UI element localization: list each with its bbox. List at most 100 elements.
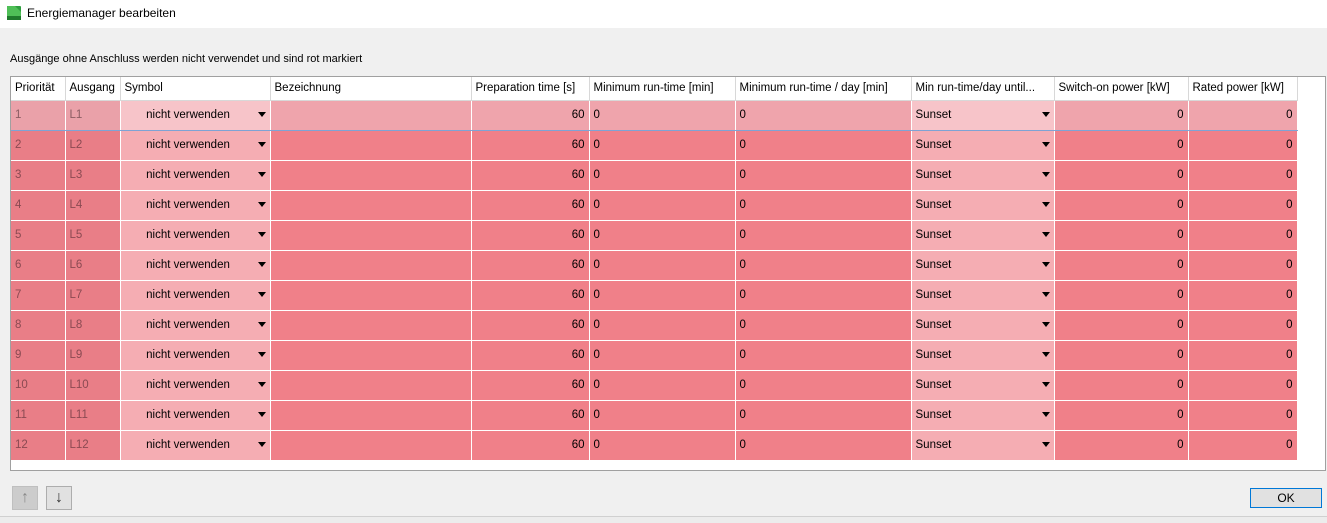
until-dropdown[interactable]: Sunset	[911, 250, 1055, 281]
switch-on-power-cell[interactable]: 0	[1054, 310, 1189, 341]
min-runtime-day-cell[interactable]: 0	[735, 130, 912, 161]
dropdown-arrow-icon[interactable]	[1041, 442, 1050, 447]
name-cell[interactable]	[270, 190, 472, 221]
rated-power-cell[interactable]: 0	[1188, 400, 1298, 431]
switch-on-power-cell[interactable]: 0	[1054, 130, 1189, 161]
symbol-dropdown[interactable]: nicht verwenden	[120, 100, 271, 131]
rated-power-cell[interactable]: 0	[1188, 130, 1298, 161]
rated-power-cell[interactable]: 0	[1188, 430, 1298, 461]
min-runtime-day-cell[interactable]: 0	[735, 400, 912, 431]
column-header[interactable]: Bezeichnung	[270, 77, 472, 101]
min-runtime-cell[interactable]: 0	[589, 430, 736, 461]
table-row[interactable]: 4 L4 nicht verwenden 60 0 0 Sunset 0 0	[11, 190, 1298, 221]
preparation-time-cell[interactable]: 60	[471, 250, 590, 281]
until-dropdown[interactable]: Sunset	[911, 430, 1055, 461]
symbol-dropdown[interactable]: nicht verwenden	[120, 400, 271, 431]
table-row[interactable]: 7 L7 nicht verwenden 60 0 0 Sunset 0 0	[11, 280, 1298, 311]
preparation-time-cell[interactable]: 60	[471, 340, 590, 371]
symbol-dropdown[interactable]: nicht verwenden	[120, 130, 271, 161]
name-cell[interactable]	[270, 130, 472, 161]
until-dropdown[interactable]: Sunset	[911, 130, 1055, 161]
dropdown-arrow-icon[interactable]	[257, 382, 266, 387]
until-dropdown[interactable]: Sunset	[911, 160, 1055, 191]
column-header[interactable]: Preparation time [s]	[471, 77, 590, 101]
preparation-time-cell[interactable]: 60	[471, 130, 590, 161]
rated-power-cell[interactable]: 0	[1188, 100, 1298, 131]
dropdown-arrow-icon[interactable]	[1041, 292, 1050, 297]
symbol-dropdown[interactable]: nicht verwenden	[120, 160, 271, 191]
min-runtime-day-cell[interactable]: 0	[735, 280, 912, 311]
rated-power-cell[interactable]: 0	[1188, 160, 1298, 191]
dropdown-arrow-icon[interactable]	[1041, 262, 1050, 267]
name-cell[interactable]	[270, 220, 472, 251]
switch-on-power-cell[interactable]: 0	[1054, 160, 1189, 191]
dropdown-arrow-icon[interactable]	[1041, 112, 1050, 117]
rated-power-cell[interactable]: 0	[1188, 190, 1298, 221]
dropdown-arrow-icon[interactable]	[1041, 172, 1050, 177]
switch-on-power-cell[interactable]: 0	[1054, 190, 1189, 221]
min-runtime-cell[interactable]: 0	[589, 310, 736, 341]
min-runtime-cell[interactable]: 0	[589, 280, 736, 311]
dropdown-arrow-icon[interactable]	[257, 292, 266, 297]
preparation-time-cell[interactable]: 60	[471, 310, 590, 341]
table-row[interactable]: 1 L1 nicht verwenden 60 0 0 Sunset 0 0	[11, 100, 1298, 131]
min-runtime-cell[interactable]: 0	[589, 190, 736, 221]
switch-on-power-cell[interactable]: 0	[1054, 100, 1189, 131]
min-runtime-day-cell[interactable]: 0	[735, 160, 912, 191]
symbol-dropdown[interactable]: nicht verwenden	[120, 190, 271, 221]
until-dropdown[interactable]: Sunset	[911, 280, 1055, 311]
preparation-time-cell[interactable]: 60	[471, 430, 590, 461]
until-dropdown[interactable]: Sunset	[911, 100, 1055, 131]
switch-on-power-cell[interactable]: 0	[1054, 370, 1189, 401]
min-runtime-cell[interactable]: 0	[589, 130, 736, 161]
ok-button[interactable]: OK	[1250, 488, 1322, 508]
min-runtime-cell[interactable]: 0	[589, 160, 736, 191]
table-row[interactable]: 9 L9 nicht verwenden 60 0 0 Sunset 0 0	[11, 340, 1298, 371]
switch-on-power-cell[interactable]: 0	[1054, 400, 1189, 431]
dropdown-arrow-icon[interactable]	[257, 412, 266, 417]
switch-on-power-cell[interactable]: 0	[1054, 220, 1189, 251]
table-row[interactable]: 5 L5 nicht verwenden 60 0 0 Sunset 0 0	[11, 220, 1298, 251]
min-runtime-day-cell[interactable]: 0	[735, 340, 912, 371]
until-dropdown[interactable]: Sunset	[911, 220, 1055, 251]
rated-power-cell[interactable]: 0	[1188, 370, 1298, 401]
column-header[interactable]: Switch-on power [kW]	[1054, 77, 1189, 101]
column-header[interactable]: Priorität	[11, 77, 66, 101]
preparation-time-cell[interactable]: 60	[471, 160, 590, 191]
table-row[interactable]: 6 L6 nicht verwenden 60 0 0 Sunset 0 0	[11, 250, 1298, 281]
dropdown-arrow-icon[interactable]	[1041, 202, 1050, 207]
rated-power-cell[interactable]: 0	[1188, 310, 1298, 341]
column-header[interactable]: Min run-time/day until...	[911, 77, 1055, 101]
min-runtime-cell[interactable]: 0	[589, 220, 736, 251]
rated-power-cell[interactable]: 0	[1188, 220, 1298, 251]
symbol-dropdown[interactable]: nicht verwenden	[120, 370, 271, 401]
column-header[interactable]: Symbol	[120, 77, 271, 101]
name-cell[interactable]	[270, 400, 472, 431]
symbol-dropdown[interactable]: nicht verwenden	[120, 280, 271, 311]
name-cell[interactable]	[270, 250, 472, 281]
dropdown-arrow-icon[interactable]	[1041, 142, 1050, 147]
min-runtime-cell[interactable]: 0	[589, 250, 736, 281]
column-header[interactable]: Minimum run-time [min]	[589, 77, 736, 101]
name-cell[interactable]	[270, 430, 472, 461]
name-cell[interactable]	[270, 310, 472, 341]
dropdown-arrow-icon[interactable]	[257, 172, 266, 177]
preparation-time-cell[interactable]: 60	[471, 280, 590, 311]
until-dropdown[interactable]: Sunset	[911, 310, 1055, 341]
preparation-time-cell[interactable]: 60	[471, 370, 590, 401]
dropdown-arrow-icon[interactable]	[257, 442, 266, 447]
rated-power-cell[interactable]: 0	[1188, 250, 1298, 281]
symbol-dropdown[interactable]: nicht verwenden	[120, 220, 271, 251]
name-cell[interactable]	[270, 160, 472, 191]
dropdown-arrow-icon[interactable]	[257, 112, 266, 117]
min-runtime-cell[interactable]: 0	[589, 370, 736, 401]
table-row[interactable]: 12 L12 nicht verwenden 60 0 0 Sunset 0 0	[11, 430, 1298, 461]
dropdown-arrow-icon[interactable]	[1041, 382, 1050, 387]
dropdown-arrow-icon[interactable]	[257, 142, 266, 147]
rated-power-cell[interactable]: 0	[1188, 340, 1298, 371]
preparation-time-cell[interactable]: 60	[471, 400, 590, 431]
name-cell[interactable]	[270, 340, 472, 371]
preparation-time-cell[interactable]: 60	[471, 100, 590, 131]
table-row[interactable]: 11 L11 nicht verwenden 60 0 0 Sunset 0 0	[11, 400, 1298, 431]
min-runtime-day-cell[interactable]: 0	[735, 310, 912, 341]
